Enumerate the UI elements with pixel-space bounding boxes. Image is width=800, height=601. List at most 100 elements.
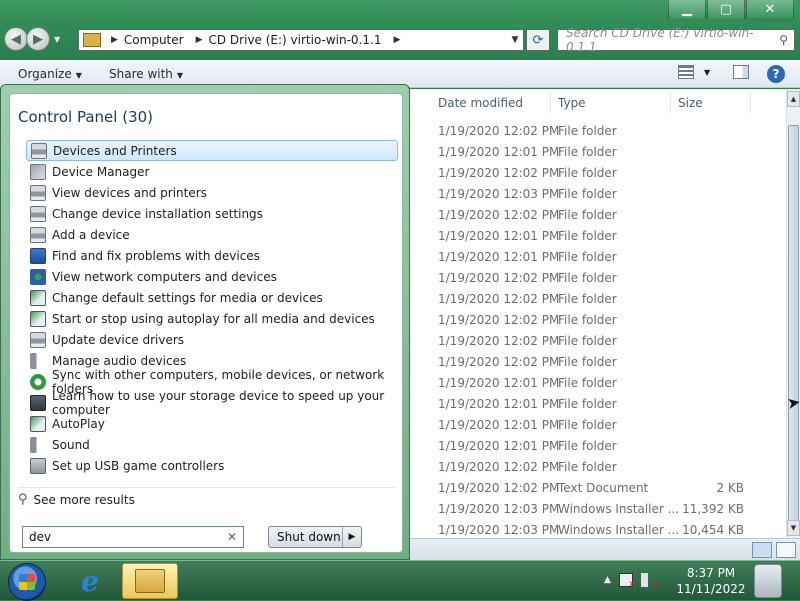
address-bar[interactable]: ▶ Computer ▶ CD Drive (E:) virtio-win-0.…	[78, 29, 524, 51]
file-row[interactable]: 1/19/2020 12:01 PM File folder	[430, 142, 786, 163]
start-menu-result-item[interactable]: Set up USB game controllers	[26, 455, 398, 476]
breadcrumb-chevron-icon[interactable]: ▶	[190, 35, 209, 45]
breadcrumb-cd-drive[interactable]: CD Drive (E:) virtio-win-0.1.1	[209, 33, 388, 47]
breadcrumb-computer[interactable]: Computer	[124, 33, 190, 47]
start-menu-result-item[interactable]: Add a device	[26, 224, 398, 245]
file-size-cell: 11,392 KB	[682, 502, 744, 516]
file-row[interactable]: 1/19/2020 12:01 PM File folder	[430, 373, 786, 394]
column-divider[interactable]	[550, 91, 551, 113]
preview-pane-button[interactable]	[733, 65, 749, 79]
column-divider[interactable]	[750, 91, 751, 113]
file-date-cell: 1/19/2020 12:02 PM	[438, 460, 560, 474]
refresh-button[interactable]: ⟳	[526, 29, 550, 51]
start-button[interactable]	[8, 563, 46, 601]
start-menu-result-item[interactable]: Find and fix problems with devices	[26, 245, 398, 266]
volume-muted-icon[interactable]	[640, 573, 659, 591]
breadcrumb-chevron-icon[interactable]: ▶	[387, 35, 406, 45]
start-menu-result-item[interactable]: AutoPlay	[26, 413, 398, 434]
details-view-icon[interactable]	[752, 542, 772, 558]
file-row[interactable]: 1/19/2020 12:03 PM Windows Installer ... 1…	[430, 499, 786, 520]
file-row[interactable]: 1/19/2020 12:01 PM File folder	[430, 247, 786, 268]
taskbar-windows-explorer[interactable]	[122, 563, 178, 599]
address-dropdown-icon[interactable]: ▼	[507, 35, 523, 45]
column-date-modified[interactable]: Date modified	[438, 96, 523, 110]
file-row[interactable]: 1/19/2020 12:02 PM File folder	[430, 457, 786, 478]
search-placeholder: Search CD Drive (E:) virtio-win-0.1.1	[566, 26, 754, 54]
back-button[interactable]: ◀	[4, 27, 28, 51]
preview-pane-icon	[733, 65, 749, 79]
breadcrumb-chevron-icon[interactable]: ▶	[105, 35, 124, 45]
scroll-up-arrow[interactable]: ▲	[787, 91, 800, 107]
file-row[interactable]: 1/19/2020 12:02 PM Text Document 2 KB	[430, 478, 786, 499]
file-row[interactable]: 1/19/2020 12:02 PM File folder	[430, 268, 786, 289]
shutdown-button[interactable]: Shut down ▶	[268, 526, 362, 548]
start-menu-result-item[interactable]: Start or stop using autoplay for all med…	[26, 308, 398, 329]
file-row[interactable]: 1/19/2020 12:02 PM File folder	[430, 289, 786, 310]
explorer-search-input[interactable]: Search CD Drive (E:) virtio-win-0.1.1 ⚲	[557, 26, 795, 54]
share-with-label: Share with	[109, 67, 173, 81]
file-row[interactable]: 1/19/2020 12:02 PM File folder	[430, 331, 786, 352]
result-label: Change device installation settings	[52, 206, 263, 221]
taskbar-clock[interactable]: 8:37 PM 11/11/2022	[676, 565, 746, 597]
start-menu-result-item[interactable]: Update device drivers	[26, 329, 398, 350]
forward-arrow-icon: ▶	[33, 31, 43, 47]
column-divider[interactable]	[670, 91, 671, 113]
search-icon: ⚲	[779, 33, 788, 47]
file-row[interactable]: 1/19/2020 12:01 PM File folder	[430, 436, 786, 457]
file-date-cell: 1/19/2020 12:02 PM	[438, 271, 560, 285]
start-menu-result-item[interactable]: Sound	[26, 434, 398, 455]
scroll-down-arrow[interactable]: ▼	[787, 520, 800, 536]
start-menu-result-item[interactable]: View network computers and devices	[26, 266, 398, 287]
file-row[interactable]: 1/19/2020 12:01 PM File folder	[430, 394, 786, 415]
share-with-menu[interactable]: Share with ▼	[109, 67, 183, 81]
taskbar-internet-explorer[interactable]: e	[62, 563, 118, 599]
file-type-cell: File folder	[558, 334, 617, 348]
file-row[interactable]: 1/19/2020 12:02 PM File folder	[430, 310, 786, 331]
file-row[interactable]: 1/19/2020 12:02 PM File folder	[430, 121, 786, 142]
user-avatar-icon	[754, 564, 782, 598]
shutdown-options-arrow-icon[interactable]: ▶	[343, 532, 361, 542]
file-type-cell: File folder	[558, 271, 617, 285]
file-row[interactable]: 1/19/2020 12:02 PM File folder	[430, 352, 786, 373]
start-menu-result-item[interactable]: View devices and printers	[26, 182, 398, 203]
column-type[interactable]: Type	[558, 96, 586, 110]
start-menu-result-item[interactable]: Learn how to use your storage device to …	[26, 389, 398, 417]
forward-button[interactable]: ▶	[26, 27, 50, 51]
recent-pages-dropdown[interactable]: ▼	[54, 35, 60, 44]
file-row[interactable]: 1/19/2020 12:02 PM File folder	[430, 163, 786, 184]
show-hidden-icons-icon[interactable]: ▲	[604, 575, 611, 585]
start-menu-result-item[interactable]: Devices and Printers	[26, 140, 398, 161]
printer-icon	[30, 184, 46, 201]
file-type-cell: File folder	[558, 124, 617, 138]
network-disconnected-icon[interactable]	[618, 573, 636, 590]
file-date-cell: 1/19/2020 12:02 PM	[438, 334, 560, 348]
start-menu-result-item[interactable]: Change default settings for media or dev…	[26, 287, 398, 308]
search-value: dev	[29, 530, 52, 544]
user-tile[interactable]	[748, 563, 788, 599]
autoplay-icon	[30, 310, 46, 327]
file-row[interactable]: 1/19/2020 12:03 PM File folder	[430, 184, 786, 205]
file-row[interactable]: 1/19/2020 12:01 PM File folder	[430, 415, 786, 436]
file-row[interactable]: 1/19/2020 12:02 PM File folder	[430, 205, 786, 226]
column-size[interactable]: Size	[678, 96, 703, 110]
start-menu-result-item[interactable]: Device Manager	[26, 161, 398, 182]
scroll-thumb[interactable]	[788, 125, 799, 535]
vertical-scrollbar[interactable]: ▲ ▼	[786, 89, 800, 538]
help-button[interactable]: ?	[767, 65, 785, 83]
clear-search-icon[interactable]: ✕	[227, 530, 237, 544]
minimize-button[interactable]: ▁	[668, 0, 706, 20]
start-search-input[interactable]: dev ✕	[22, 526, 244, 548]
file-type-cell: File folder	[558, 229, 617, 243]
explorer-title-bar: ▁ ▢ ✕ ◀ ▶ ▼ ▶ Computer ▶ CD Drive (E:) v…	[0, 0, 800, 60]
organize-menu[interactable]: Organize ▼	[18, 67, 82, 81]
result-label: AutoPlay	[52, 416, 105, 431]
folder-icon	[135, 569, 165, 593]
large-icons-view-icon[interactable]	[776, 542, 796, 558]
start-menu-result-item[interactable]: Change device installation settings	[26, 203, 398, 224]
close-button[interactable]: ✕	[746, 0, 794, 20]
file-row[interactable]: 1/19/2020 12:01 PM File folder	[430, 226, 786, 247]
view-options-button[interactable]: ▼	[678, 65, 710, 79]
maximize-button[interactable]: ▢	[707, 0, 745, 20]
see-more-results-link[interactable]: ⚲ See more results	[18, 492, 135, 507]
file-date-cell: 1/19/2020 12:02 PM	[438, 313, 560, 327]
